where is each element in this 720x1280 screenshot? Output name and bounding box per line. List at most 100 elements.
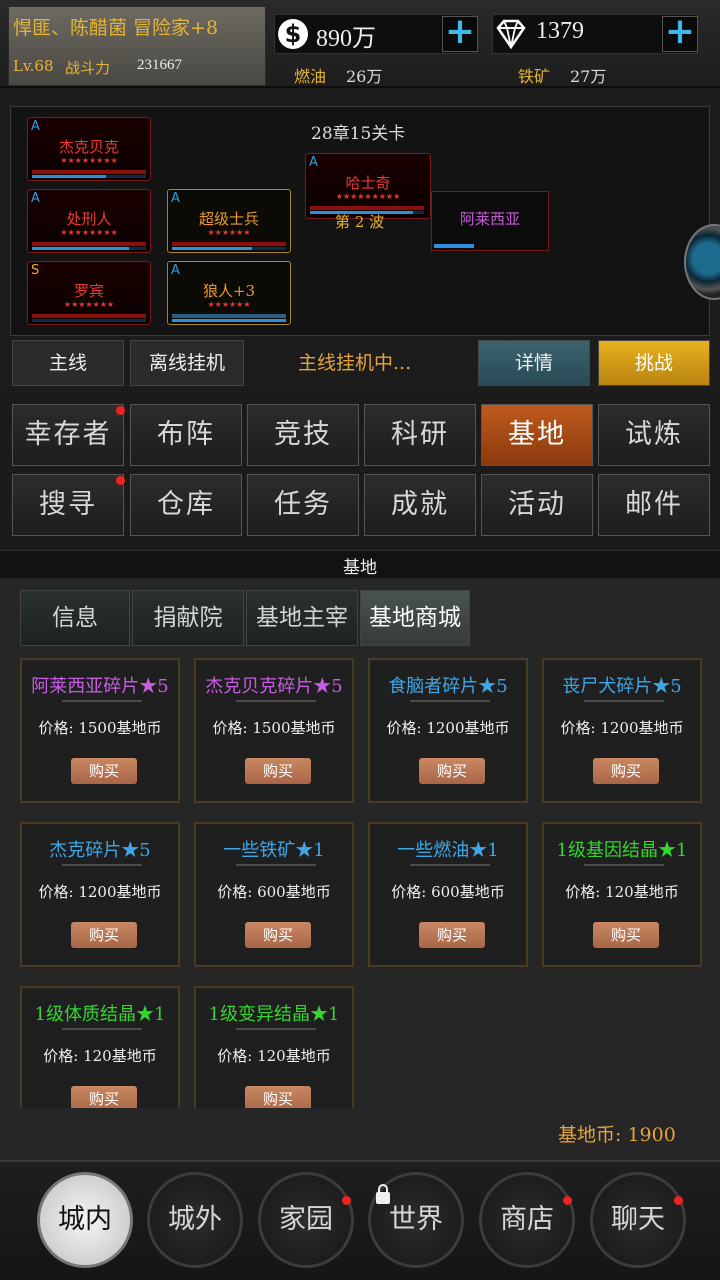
buy-button[interactable]: 购买 <box>71 758 137 784</box>
divider <box>62 700 142 702</box>
challenge-button[interactable]: 挑战 <box>598 340 710 386</box>
tab-base-shop[interactable]: 基地商城 <box>360 590 470 646</box>
buy-button[interactable]: 购买 <box>419 922 485 948</box>
shop-item-card: 1级变异结晶★1 价格: 120基地币 购买 <box>194 986 354 1108</box>
tab-donation[interactable]: 捐献院 <box>132 590 244 646</box>
nav-chat[interactable]: 聊天 <box>590 1172 686 1268</box>
enemy-unit-card[interactable]: A 哈士奇 ★★★★★★★★★ <box>305 153 431 219</box>
shop-item-name: 一些铁矿★1 <box>223 840 325 861</box>
shop-item-name: 阿莱西亚碎片★5 <box>31 676 169 697</box>
unit-grade: A <box>309 155 318 170</box>
idle-status: 主线挂机中... <box>298 352 412 374</box>
shop-item-price: 价格: 1200基地币 <box>386 719 510 737</box>
nav-shop[interactable]: 商店 <box>479 1172 575 1268</box>
buy-button[interactable]: 购买 <box>593 922 659 948</box>
nav-in-city[interactable]: 城内 <box>37 1172 133 1268</box>
unit-name: 处刑人 <box>66 210 112 228</box>
player-panel[interactable]: 悍匪、陈醋菌 冒险家+8 Lv.68 战斗力 231667 <box>8 6 266 86</box>
shop-item-card: 杰克贝克碎片★5 价格: 1500基地币 购买 <box>194 658 354 803</box>
shop-item-price: 价格: 1500基地币 <box>38 719 162 737</box>
unit-hp-bar <box>310 206 424 210</box>
ally-unit-card[interactable]: A 狼人+3 ★★★★★★ <box>167 261 291 325</box>
shop-item-name: 1级变异结晶★1 <box>208 1004 340 1025</box>
menu-research[interactable]: 科研 <box>364 404 476 466</box>
shop-item-name: 一些燃油★1 <box>397 840 499 861</box>
nav-outside-city[interactable]: 城外 <box>147 1172 243 1268</box>
shop-item-price: 价格: 120基地币 <box>565 883 679 901</box>
unit-stars: ★★★★★★★★ <box>60 228 118 237</box>
offline-idle-button[interactable]: 离线挂机 <box>130 340 244 386</box>
menu-events[interactable]: 活动 <box>481 474 593 536</box>
detail-button[interactable]: 详情 <box>478 340 590 386</box>
menu-arena[interactable]: 竞技 <box>247 404 359 466</box>
boss-card[interactable]: 阿莱西亚 <box>431 191 549 251</box>
top-bar: 悍匪、陈醋菌 冒险家+8 Lv.68 战斗力 231667 $ 890万 + 燃… <box>0 0 720 88</box>
unit-hp-bar <box>32 170 146 174</box>
menu-base[interactable]: 基地 <box>481 404 593 466</box>
fuel-value: 26万 <box>346 67 383 86</box>
shop-row-clip: 1级体质结晶★1 价格: 120基地币 购买 1级变异结晶★1 价格: 120基… <box>0 986 720 1108</box>
divider <box>236 864 316 866</box>
shop-item-card: 杰克碎片★5 价格: 1200基地币 购买 <box>20 822 180 967</box>
menu-mail[interactable]: 邮件 <box>598 474 710 536</box>
shop-item-card: 一些燃油★1 价格: 600基地币 购买 <box>368 822 528 967</box>
diamond-value: 1379 <box>536 18 584 44</box>
buy-button[interactable]: 购买 <box>419 758 485 784</box>
buy-button[interactable]: 购买 <box>593 758 659 784</box>
shop-item-price: 价格: 600基地币 <box>217 883 331 901</box>
money-value: 890万 <box>316 26 376 52</box>
diamond-icon <box>496 19 526 50</box>
menu-tasks[interactable]: 任务 <box>247 474 359 536</box>
shop-item-price: 价格: 1200基地币 <box>560 719 684 737</box>
shop-item-card: 食脑者碎片★5 价格: 1200基地币 购买 <box>368 658 528 803</box>
svg-text:$: $ <box>285 20 302 48</box>
menu-survivors[interactable]: 幸存者 <box>12 404 124 466</box>
divider <box>236 700 316 702</box>
shop-item-card: 丧尸犬碎片★5 价格: 1200基地币 购买 <box>542 658 702 803</box>
ally-unit-card[interactable]: S 罗宾 ★★★★★★★ <box>27 261 151 325</box>
divider <box>584 700 664 702</box>
unit-hp-bar <box>172 314 286 318</box>
dollar-coin-icon: $ <box>278 19 308 49</box>
notification-dot <box>563 1196 572 1205</box>
menu-formation[interactable]: 布阵 <box>130 404 242 466</box>
add-diamond-button[interactable]: + <box>662 14 698 52</box>
menu-achievements[interactable]: 成就 <box>364 474 476 536</box>
add-money-button[interactable]: + <box>442 14 478 52</box>
buy-button[interactable]: 购买 <box>245 922 311 948</box>
nav-home[interactable]: 家园 <box>258 1172 354 1268</box>
main-line-button[interactable]: 主线 <box>12 340 124 386</box>
menu-trial[interactable]: 试炼 <box>598 404 710 466</box>
unit-stars: ★★★★★★ <box>207 228 251 237</box>
menu-warehouse[interactable]: 仓库 <box>130 474 242 536</box>
divider <box>410 700 490 702</box>
notification-dot <box>116 406 125 415</box>
unit-energy-bar <box>32 175 146 178</box>
buy-button[interactable]: 购买 <box>245 1086 311 1108</box>
ally-unit-card[interactable]: A 超级士兵 ★★★★★★ <box>167 189 291 253</box>
tab-base-master[interactable]: 基地主宰 <box>246 590 358 646</box>
shop-item-name: 1级基因结晶★1 <box>556 840 688 861</box>
menu-search[interactable]: 搜寻 <box>12 474 124 536</box>
divider <box>410 864 490 866</box>
ore-label: 铁矿 <box>518 67 551 86</box>
shop-item-card: 1级基因结晶★1 价格: 120基地币 购买 <box>542 822 702 967</box>
ally-unit-card[interactable]: A 处刑人 ★★★★★★★★ <box>27 189 151 253</box>
tab-info[interactable]: 信息 <box>20 590 130 646</box>
ally-unit-card[interactable]: A 杰克贝克 ★★★★★★★★ <box>27 117 151 181</box>
notification-dot <box>674 1196 683 1205</box>
unit-grade: A <box>171 191 180 206</box>
shop-item-name: 杰克贝克碎片★5 <box>205 676 343 697</box>
power-label: 战斗力 <box>65 59 111 77</box>
section-title: 基地 <box>343 558 377 578</box>
boss-name: 阿莱西亚 <box>459 210 520 228</box>
buy-button[interactable]: 购买 <box>245 758 311 784</box>
buy-button[interactable]: 购买 <box>71 922 137 948</box>
notification-dot <box>342 1196 351 1205</box>
unit-energy-bar <box>172 247 286 250</box>
buy-button[interactable]: 购买 <box>71 1086 137 1108</box>
fuel-label: 燃油 <box>294 67 327 86</box>
wave-label: 第 2 波 <box>335 213 385 231</box>
unit-stars: ★★★★★★★★ <box>60 156 118 165</box>
unit-grade: A <box>171 263 180 278</box>
